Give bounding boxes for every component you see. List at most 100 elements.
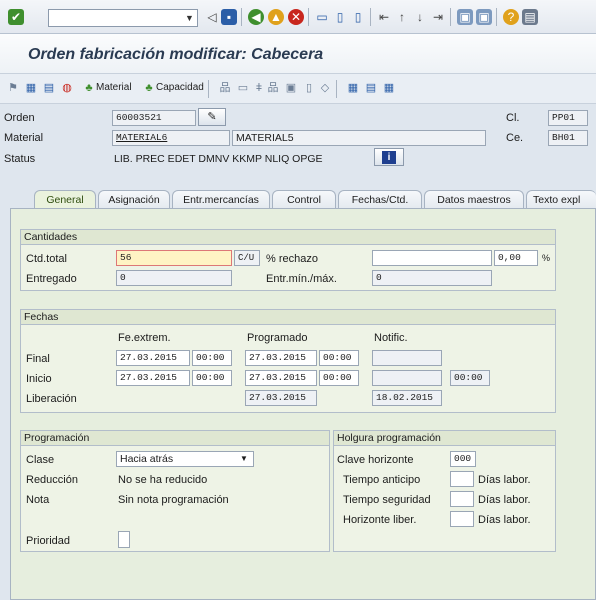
col-programado: Programado [247,332,308,344]
final-prog-date[interactable]: 27.03.2015 [245,350,317,366]
inicio-notific-time[interactable]: 00:00 [450,370,490,386]
first-page-icon[interactable]: ⇤ [376,9,392,25]
reduccion-label: Reducción [26,474,78,486]
material-button[interactable]: Material [96,82,132,93]
lifebuoy-icon[interactable]: ◍ [60,81,74,95]
info-icon: i [382,151,396,164]
grid-icon[interactable]: ▦ [382,81,396,95]
clase-select[interactable]: Hacia atrás [116,451,254,467]
system-toolbar: ✔ ▼ ◁ ▪ ◀ ▲ ✕ ▭ ▯ ▯ ⇤ ↑ ↓ ⇥ ▣ ▣ ? ▤ [0,0,596,34]
table-icon[interactable]: ▦ [346,81,360,95]
final-notific-date[interactable] [372,350,442,366]
entregado-field[interactable]: 0 [116,270,232,286]
exit-icon[interactable]: ▲ [268,9,284,25]
list-icon[interactable]: ▤ [42,81,56,95]
print-preview-icon[interactable]: ▭ [236,81,250,95]
page-title: Orden fabricación modificar: Cabecera [28,46,324,63]
info-button[interactable]: i [374,148,404,166]
sequence-icon[interactable]: ǂ [252,81,266,95]
holgura-group: Holgura programación [333,430,556,552]
edit-icon[interactable]: ✎ [198,108,226,126]
tab-datos-maestros[interactable]: Datos maestros [424,190,524,209]
chevron-down-icon[interactable]: ▼ [182,10,197,26]
ce-field[interactable]: BH01 [548,130,588,146]
horizonte-liber-field[interactable] [450,511,474,527]
network-icon[interactable]: 品 [266,81,280,95]
inicio-extrem-date[interactable]: 27.03.2015 [116,370,190,386]
tab-general[interactable]: General [34,190,96,209]
material-field[interactable]: MATERIAL6 [112,130,230,146]
operations-icon[interactable]: ▯ [302,81,316,95]
chevron-down-icon[interactable]: ▼ [240,454,248,463]
ctd-total-field[interactable]: 56 [116,250,232,266]
application-toolbar: ⚑ ▦ ▤ ◍ ♣ Material ♣ Capacidad 品 ▭ ǂ 品 ▣… [0,74,596,104]
shield-icon[interactable]: ◇ [318,81,332,95]
dias-labor-label: Días labor. [478,514,531,526]
collapse-icon[interactable]: ◁ [204,9,220,25]
tab-asignacion[interactable]: Asignación [98,190,170,209]
next-page-icon[interactable]: ↓ [412,9,428,25]
tab-fechas-ctd[interactable]: Fechas/Ctd. [338,190,422,209]
tiempo-seguridad-field[interactable] [450,491,474,507]
print-icon[interactable]: ▭ [314,9,330,25]
find-next-icon[interactable]: ▯ [350,9,366,25]
cancel-icon[interactable]: ✕ [288,9,304,25]
separator [496,8,497,26]
title-bar: Orden fabricación modificar: Cabecera [0,34,596,74]
layout-icon[interactable]: ▤ [522,9,538,25]
capacity-icon[interactable]: ♣ [142,81,156,95]
separator [241,8,242,26]
tiempo-anticipo-field[interactable] [450,471,474,487]
final-extrem-date[interactable]: 27.03.2015 [116,350,190,366]
reduccion-value: No se ha reducido [118,474,208,486]
inicio-prog-time[interactable]: 00:00 [319,370,359,386]
final-prog-time[interactable]: 00:00 [319,350,359,366]
tab-texto[interactable]: Texto expl [526,190,596,209]
find-icon[interactable]: ▯ [332,9,348,25]
help-icon[interactable]: ? [503,9,519,25]
prev-page-icon[interactable]: ↑ [394,9,410,25]
unit-field[interactable]: C/U [234,250,260,266]
cl-field[interactable]: PP01 [548,110,588,126]
ce-label: Ce. [506,132,524,144]
prioridad-label: Prioridad [26,535,71,547]
entr-min-max-field[interactable]: 0 [372,270,492,286]
horizonte-liber-label: Horizonte liber. [343,514,417,526]
material-icon[interactable]: ♣ [82,81,96,95]
rechazo-value[interactable]: 0,00 [494,250,538,266]
back-icon[interactable]: ◀ [248,9,264,25]
tree-icon[interactable]: ▤ [364,81,378,95]
hierarchy-icon[interactable]: 品 [218,81,232,95]
components-icon[interactable]: ▣ [284,81,298,95]
clave-horizonte-field[interactable]: 000 [450,451,476,467]
rechazo-input[interactable] [372,250,492,266]
flag-icon[interactable]: ⚑ [6,81,20,95]
liberacion-notific-date[interactable]: 18.02.2015 [372,390,442,406]
check-icon[interactable]: ✔ [8,9,24,25]
material-description: MATERIAL5 [232,130,486,146]
ctd-total-label: Ctd.total [26,253,67,265]
final-extrem-time[interactable]: 00:00 [192,350,232,366]
new-session-icon[interactable]: ▣ [457,9,473,25]
percent-sign: % [542,253,551,263]
prioridad-field[interactable] [118,531,130,548]
document-icon[interactable]: ▦ [24,81,38,95]
shortcut-icon[interactable]: ▣ [476,9,492,25]
clase-label: Clase [26,454,55,466]
inicio-notific-date[interactable] [372,370,442,386]
liberacion-prog-date[interactable]: 27.03.2015 [245,390,317,406]
separator [336,80,337,98]
inicio-extrem-time[interactable]: 00:00 [192,370,232,386]
separator [208,80,209,98]
last-page-icon[interactable]: ⇥ [430,9,446,25]
tab-entr-mercancias[interactable]: Entr.mercancías [172,190,270,209]
command-field[interactable] [48,9,198,27]
tab-control[interactable]: Control [272,190,336,209]
save-icon[interactable]: ▪ [221,9,237,25]
cl-label: Cl. [506,112,520,124]
status-text: LIB. PREC EDET DMNV KKMP NLIQ OPGE [114,153,323,165]
tiempo-anticipo-label: Tiempo anticipo [343,474,421,486]
orden-field[interactable]: 60003521 [112,110,196,126]
inicio-prog-date[interactable]: 27.03.2015 [245,370,317,386]
capacidad-button[interactable]: Capacidad [156,82,204,93]
